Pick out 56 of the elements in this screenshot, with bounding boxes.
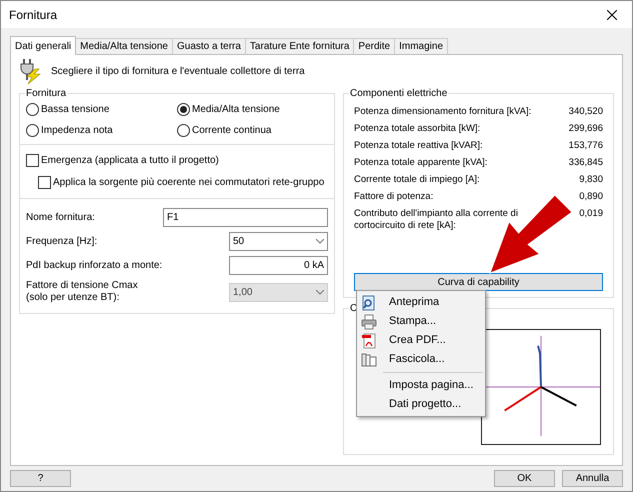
tab[interactable]: Dati generali	[10, 36, 76, 55]
checkbox-option[interactable]: Emergenza (applicata a tutto il progetto)	[26, 153, 328, 168]
ok-button[interactable]: OK	[494, 470, 555, 487]
checkbox[interactable]	[38, 176, 51, 189]
magnifier-page-icon	[361, 294, 377, 310]
checkbox[interactable]	[26, 154, 39, 167]
dropdown[interactable]: 50	[229, 232, 328, 251]
menu-item[interactable]: Dati progetto...	[357, 395, 485, 414]
property-label: Corrente totale di impiego [A]:	[354, 174, 481, 186]
property-value: 336,845	[568, 157, 603, 169]
cancel-button[interactable]: Annulla	[562, 470, 623, 487]
capability-curve-button[interactable]: Curva di capability	[354, 273, 603, 291]
field-label: Fattore di tensione Cmax (solo per utenze BT):	[26, 280, 138, 304]
pdf-file-icon	[361, 332, 377, 348]
field-label: PdI backup rinforzato a monte:	[26, 260, 162, 272]
intro-text: Scegliere il tipo di fornitura e l'eventuale collettore di terra	[51, 65, 305, 79]
radio-option[interactable]: Impedenza nota	[26, 123, 177, 138]
radio-option[interactable]: Corrente continua	[177, 123, 328, 138]
printer-icon	[361, 314, 377, 330]
property-label: Contributo dell'impianto alla corrente di cortocircuito di rete [kA]:	[354, 208, 519, 232]
property-label: Potenza totale assorbita [kW]:	[354, 123, 482, 135]
input-field[interactable]: 0 kA	[229, 256, 328, 275]
help-button[interactable]: ?	[10, 470, 71, 487]
property-value: 0,890	[579, 191, 603, 203]
property-value: 9,830	[579, 174, 603, 186]
property-value: 0,019	[579, 208, 603, 220]
field-label: Nome fornitura:	[26, 212, 95, 224]
field-label: Frequenza [Hz]:	[26, 236, 98, 248]
property-value: 340,520	[568, 106, 603, 118]
radio-button[interactable]	[26, 124, 39, 137]
property-label: Potenza totale reattiva [kVAR]:	[354, 140, 484, 152]
checkbox-option[interactable]: Applica la sorgente più coerente nei commutatori rete-gruppo	[26, 175, 328, 190]
group-title: Componenti elettriche	[349, 87, 448, 100]
property-label: Potenza dimensionamento fornitura [kVA]:	[354, 106, 532, 118]
input-field[interactable]: F1	[163, 208, 328, 227]
window-title: Fornitura	[9, 6, 58, 24]
radio-button[interactable]	[26, 103, 39, 116]
plug-lightning-icon	[19, 58, 43, 84]
radio-option[interactable]: Bassa tensione	[26, 102, 177, 117]
radio-button[interactable]	[177, 103, 190, 116]
close-icon	[607, 10, 617, 20]
radio-button[interactable]	[177, 124, 190, 137]
property-label: Potenza totale apparente [kVA]:	[354, 157, 488, 169]
radio-option[interactable]: Media/Alta tensione	[177, 102, 328, 117]
property-label: Fattore di potenza:	[354, 191, 434, 203]
tab[interactable]: Immagine	[394, 38, 448, 54]
property-value: 299,696	[568, 123, 603, 135]
menu-item[interactable]: Crea PDF...	[357, 331, 485, 350]
menu-item[interactable]: Anteprima	[357, 293, 485, 312]
property-value: 153,776	[568, 140, 603, 152]
menu-item[interactable]: Imposta pagina...	[357, 376, 485, 395]
chevron-down-icon	[316, 239, 324, 244]
menu-item[interactable]: Stampa...	[357, 312, 485, 331]
chevron-down-icon	[316, 290, 324, 294]
binder-icon	[361, 352, 377, 368]
menu-item[interactable]: Fascicola...	[357, 350, 485, 369]
